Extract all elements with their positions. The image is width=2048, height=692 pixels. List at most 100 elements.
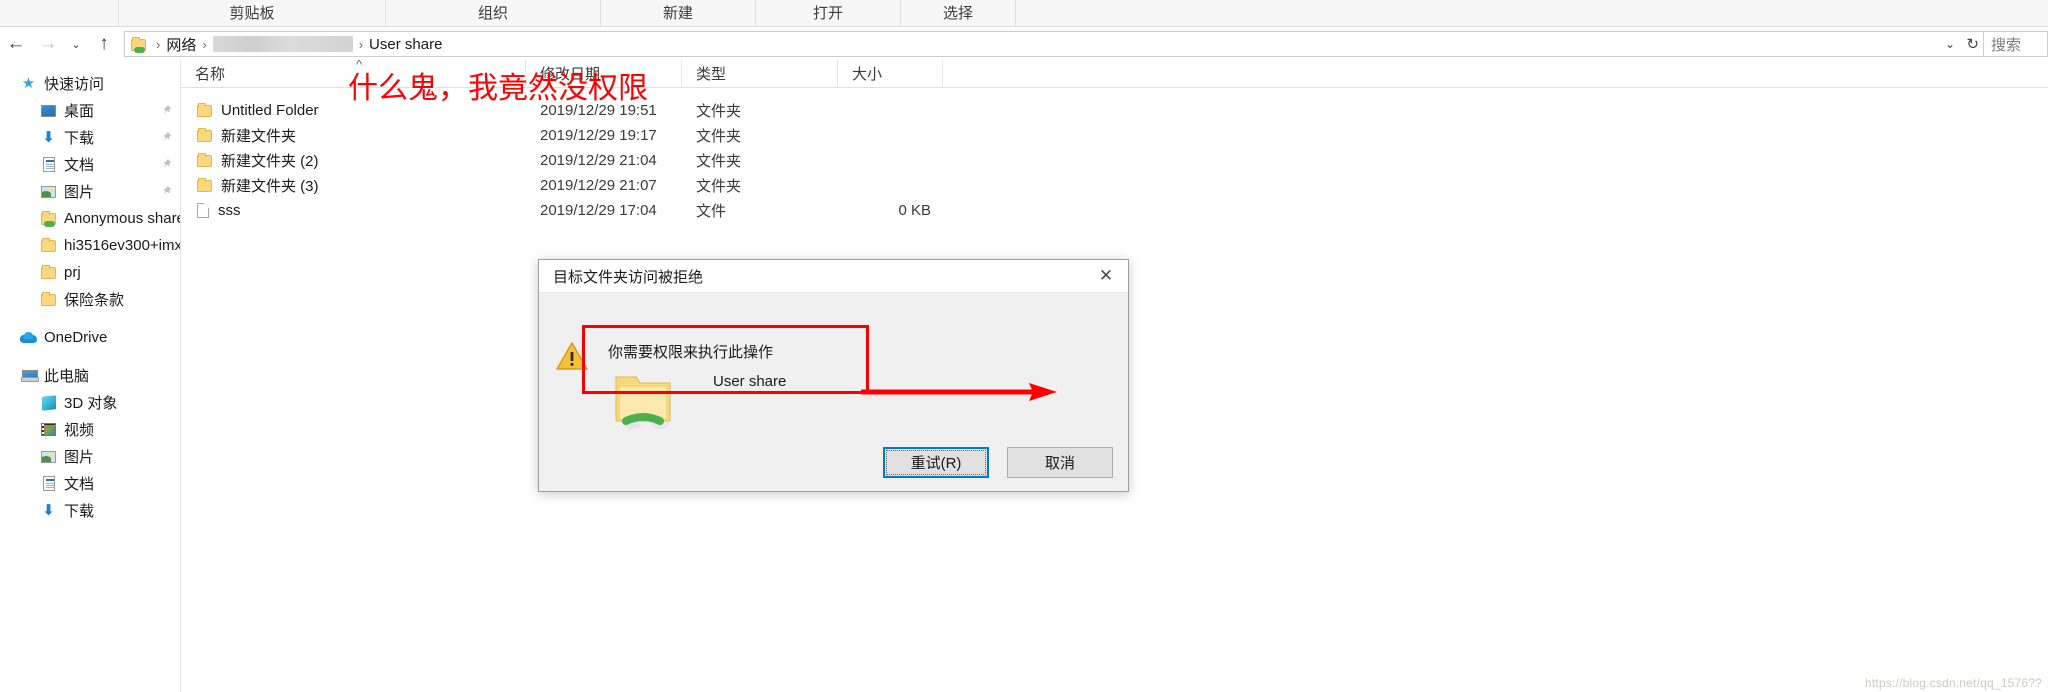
pictures-icon bbox=[40, 448, 57, 465]
ribbon-group-label: 新建 bbox=[662, 5, 693, 22]
sidebar-item-hi3516ev300[interactable]: hi3516ev300+imx bbox=[0, 232, 180, 259]
onedrive-icon bbox=[20, 329, 37, 346]
retry-button[interactable]: 重试(R) bbox=[883, 447, 989, 478]
breadcrumb-separator: › bbox=[202, 36, 207, 52]
address-bar-row: ← → ⌄ ↑ › 网络 › › User share ⌄ ↻ 搜索 bbox=[0, 28, 2048, 60]
file-name: Untitled Folder bbox=[221, 102, 319, 119]
pictures-icon bbox=[40, 183, 57, 200]
sidebar-item-label: OneDrive bbox=[44, 329, 108, 346]
ribbon-group-organize[interactable]: 组织 bbox=[386, 0, 601, 27]
column-label: 名称 bbox=[195, 66, 226, 83]
cancel-button[interactable]: 取消 bbox=[1007, 447, 1113, 478]
folder-icon bbox=[197, 177, 212, 192]
search-input[interactable]: 搜索 bbox=[1984, 31, 2048, 57]
ribbon-group-label: 选择 bbox=[942, 5, 973, 22]
sidebar-item-anonymous-share[interactable]: Anonymous share bbox=[0, 205, 180, 232]
sidebar-item-label: 下载 bbox=[64, 130, 95, 147]
refresh-icon[interactable]: ↻ bbox=[1966, 32, 1979, 56]
sidebar-item-desktop[interactable]: 桌面 bbox=[0, 97, 180, 124]
pin-icon bbox=[163, 185, 172, 195]
breadcrumb[interactable]: › 网络 › › User share ⌄ ↻ bbox=[124, 31, 1984, 57]
file-date: 2019/12/29 17:04 bbox=[540, 202, 657, 219]
watermark-text: https://blog.csdn.net/qq_1576?? bbox=[1864, 676, 2042, 690]
breadcrumb-item-network[interactable]: 网络 bbox=[166, 34, 196, 55]
sidebar-item-label: 下载 bbox=[64, 503, 95, 520]
column-header-date-modified[interactable]: 修改日期 bbox=[526, 60, 682, 87]
file-name: 新建文件夹 (2) bbox=[221, 153, 319, 170]
sidebar-item-label: prj bbox=[64, 264, 81, 281]
table-row[interactable]: 新建文件夹 (2) 2019/12/29 21:04 文件夹 bbox=[181, 148, 2048, 173]
folder-icon bbox=[615, 376, 671, 429]
sidebar-item-documents-pc[interactable]: 文档 bbox=[0, 470, 180, 497]
table-row[interactable]: Untitled Folder 2019/12/29 19:51 文件夹 bbox=[181, 98, 2048, 123]
sidebar-item-3d-objects[interactable]: 3D 对象 bbox=[0, 389, 180, 416]
sidebar-item-quick-access[interactable]: ★ 快速访问 bbox=[0, 70, 180, 97]
search-placeholder: 搜索 bbox=[1991, 36, 2022, 54]
file-name: sss bbox=[218, 202, 241, 219]
sidebar-item-prj[interactable]: prj bbox=[0, 259, 180, 286]
breadcrumb-item-user-share[interactable]: User share bbox=[369, 36, 442, 53]
file-date: 2019/12/29 21:04 bbox=[540, 152, 657, 169]
sidebar-item-videos[interactable]: 视频 bbox=[0, 416, 180, 443]
chevron-down-icon[interactable]: ⌄ bbox=[1945, 32, 1955, 56]
target-folder-name: User share bbox=[713, 373, 787, 390]
dialog-titlebar: 目标文件夹访问被拒绝 ✕ bbox=[539, 260, 1128, 293]
sidebar-item-label: 视频 bbox=[64, 422, 95, 439]
file-date: 2019/12/29 19:51 bbox=[540, 102, 657, 119]
access-denied-dialog[interactable]: 目标文件夹访问被拒绝 ✕ 你需要权限来执行此操作 User share 重试(R… bbox=[538, 259, 1129, 492]
ribbon-group-label: 剪贴板 bbox=[229, 5, 275, 22]
sidebar-item-pictures[interactable]: 图片 bbox=[0, 178, 180, 205]
sidebar-item-this-pc[interactable]: 此电脑 bbox=[0, 362, 180, 389]
file-name: 新建文件夹 (3) bbox=[221, 178, 319, 195]
close-icon[interactable]: ✕ bbox=[1084, 260, 1128, 292]
navigation-pane[interactable]: ★ 快速访问 桌面 ⬇ 下载 文档 图片 Anonymous share hi3… bbox=[0, 60, 181, 692]
sidebar-item-documents[interactable]: 文档 bbox=[0, 151, 180, 178]
dialog-title: 目标文件夹访问被拒绝 bbox=[553, 268, 704, 286]
desktop-icon bbox=[40, 102, 57, 119]
ribbon-group-select[interactable]: 选择 bbox=[901, 0, 1016, 27]
file-date: 2019/12/29 19:17 bbox=[540, 127, 657, 144]
ribbon-group-new[interactable]: 新建 bbox=[601, 0, 756, 27]
file-type: 文件夹 bbox=[696, 128, 742, 145]
sidebar-item-label: Anonymous share bbox=[64, 210, 180, 227]
chevron-down-icon[interactable]: ⌄ bbox=[64, 28, 88, 60]
pin-icon bbox=[163, 158, 172, 168]
file-icon bbox=[197, 203, 209, 218]
download-icon: ⬇ bbox=[42, 129, 55, 146]
sidebar-item-onedrive[interactable]: OneDrive bbox=[0, 324, 180, 351]
table-row[interactable]: 新建文件夹 (3) 2019/12/29 21:07 文件夹 bbox=[181, 173, 2048, 198]
sidebar-item-label: 图片 bbox=[64, 184, 95, 201]
breadcrumb-item-redacted[interactable] bbox=[212, 36, 353, 52]
table-row[interactable]: sss 2019/12/29 17:04 文件 0 KB bbox=[181, 198, 2048, 223]
back-arrow-icon[interactable]: ← bbox=[0, 28, 32, 60]
column-header-size[interactable]: 大小 bbox=[838, 60, 943, 87]
shared-folder-icon bbox=[131, 36, 147, 53]
file-type: 文件夹 bbox=[696, 103, 742, 120]
forward-arrow-icon[interactable]: → bbox=[32, 28, 64, 60]
column-header-name[interactable]: 名称 ^ bbox=[181, 60, 526, 87]
sidebar-item-insurance-terms[interactable]: 保险条款 bbox=[0, 286, 180, 313]
ribbon-group-label: 打开 bbox=[812, 5, 843, 22]
sidebar-item-pictures-pc[interactable]: 图片 bbox=[0, 443, 180, 470]
column-header-type[interactable]: 类型 bbox=[682, 60, 838, 87]
breadcrumb-separator: › bbox=[156, 36, 161, 52]
sidebar-item-label: 图片 bbox=[64, 449, 95, 466]
star-icon: ★ bbox=[21, 75, 36, 92]
pin-icon bbox=[163, 131, 172, 141]
folder-icon bbox=[197, 152, 212, 167]
ribbon-group-clipboard[interactable]: 剪贴板 bbox=[118, 0, 386, 27]
sidebar-item-label: 保险条款 bbox=[64, 292, 125, 309]
sidebar-item-downloads[interactable]: ⬇ 下载 bbox=[0, 124, 180, 151]
3d-objects-icon bbox=[40, 394, 57, 411]
sort-ascending-icon: ^ bbox=[356, 60, 363, 72]
table-row[interactable]: 新建文件夹 2019/12/29 19:17 文件夹 bbox=[181, 123, 2048, 148]
file-size: 0 KB bbox=[898, 202, 931, 219]
sidebar-item-label: hi3516ev300+imx bbox=[64, 237, 180, 254]
dialog-message: 你需要权限来执行此操作 bbox=[608, 344, 774, 361]
up-arrow-icon[interactable]: ↑ bbox=[88, 28, 120, 60]
ribbon-tab-strip: 剪贴板 组织 新建 打开 选择 bbox=[0, 0, 2048, 27]
sidebar-item-downloads-pc[interactable]: ⬇ 下载 bbox=[0, 497, 180, 524]
ribbon-group-open[interactable]: 打开 bbox=[756, 0, 901, 27]
documents-icon bbox=[40, 156, 57, 173]
